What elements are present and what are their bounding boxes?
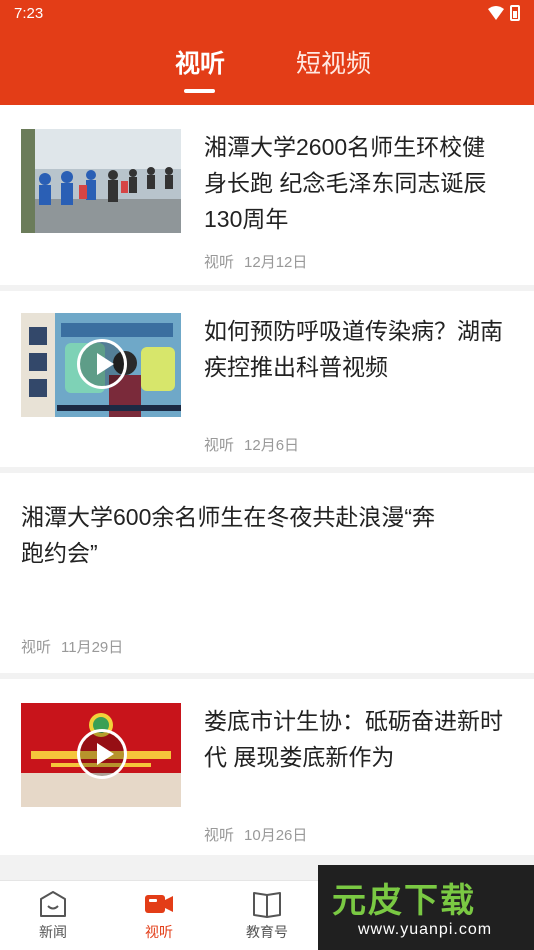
tab-short-video[interactable]: 短视频 [296, 44, 371, 80]
play-icon[interactable] [77, 729, 127, 779]
list-item[interactable]: 湘潭大学2600名师生环校健身长跑 纪念毛泽东同志诞辰130周年 视听 12月12… [0, 105, 534, 285]
watermark-overlay: 元皮下载 www.yuanpi.com [318, 865, 534, 950]
news-thumbnail [21, 313, 181, 417]
header-tabs: 视听 短视频 [0, 44, 534, 94]
news-meta: 视听 12月6日 [204, 434, 299, 455]
running-crowd-image [21, 129, 181, 233]
wifi-icon [488, 6, 504, 20]
play-icon[interactable] [77, 339, 127, 389]
nav-news[interactable]: 新闻 [18, 889, 88, 942]
news-source: 视听 [21, 639, 52, 656]
nav-education[interactable]: 教育号 [232, 889, 302, 942]
news-meta: 视听 12月12日 [204, 251, 307, 272]
tab-shiting[interactable]: 视听 [175, 44, 225, 80]
news-meta: 视听 11月29日 [21, 636, 123, 657]
list-item[interactable]: 如何预防呼吸道传染病？湖南疾控推出科普视频 视听 12月6日 [0, 291, 534, 467]
status-time: 7:23 [14, 5, 44, 22]
book-icon [253, 892, 281, 918]
status-bar: 7:23 [0, 0, 534, 28]
watermark-url: www.yuanpi.com [358, 921, 493, 938]
nav-education-label: 教育号 [246, 924, 288, 940]
watermark-text: 元皮下载 [332, 882, 476, 920]
nav-news-label: 新闻 [39, 924, 67, 940]
video-camera-icon [145, 895, 173, 913]
status-icons [488, 5, 520, 21]
news-thumbnail [21, 129, 181, 233]
nav-video-label: 视听 [145, 924, 173, 940]
news-meta: 视听 10月26日 [204, 824, 307, 845]
list-item[interactable]: 湘潭大学600余名师生在冬夜共赴浪漫“奔跑约会” 视听 11月29日 [0, 473, 534, 673]
news-source: 视听 [204, 437, 235, 454]
news-source: 视听 [204, 827, 235, 844]
news-title[interactable]: 娄底市计生协：砥砺奋进新时代 展现娄底新作为 [204, 703, 504, 775]
news-date: 12月6日 [244, 437, 300, 454]
nav-video[interactable]: 视听 [124, 889, 194, 942]
news-icon [40, 891, 66, 917]
news-title[interactable]: 湘潭大学2600名师生环校健身长跑 纪念毛泽东同志诞辰130周年 [204, 129, 504, 237]
news-date: 10月26日 [244, 827, 308, 844]
news-thumbnail [21, 703, 181, 807]
news-title[interactable]: 湘潭大学600余名师生在冬夜共赴浪漫“奔跑约会” [21, 499, 441, 571]
tab-indicator [184, 89, 215, 93]
news-title[interactable]: 如何预防呼吸道传染病？湖南疾控推出科普视频 [204, 313, 504, 385]
news-date: 12月12日 [244, 254, 308, 271]
battery-icon [510, 5, 520, 21]
list-item[interactable]: 娄底市计生协：砥砺奋进新时代 展现娄底新作为 视听 10月26日 [0, 679, 534, 855]
header-bar: 7:23 视听 短视频 [0, 0, 534, 105]
news-date: 11月29日 [61, 639, 124, 656]
news-source: 视听 [204, 254, 235, 271]
